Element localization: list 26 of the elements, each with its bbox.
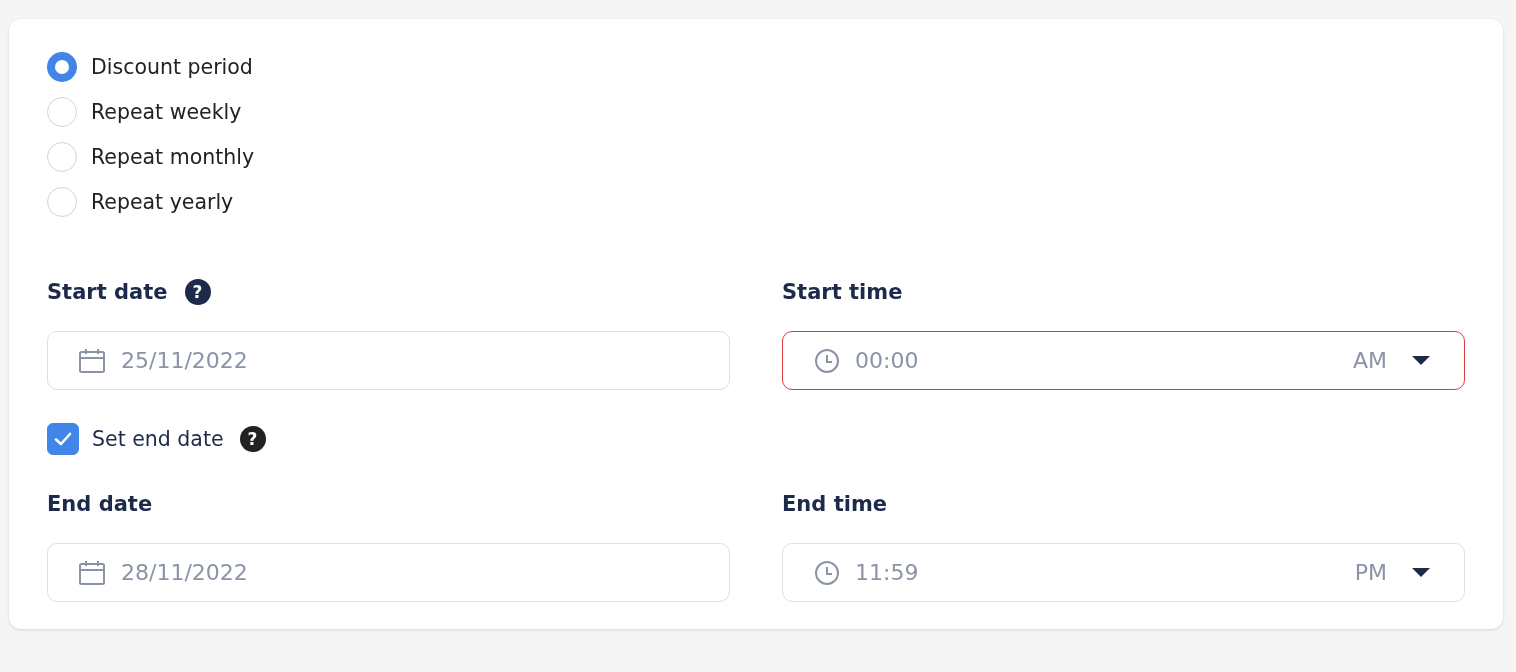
help-icon[interactable]: ? (239, 426, 266, 452)
option-label: Repeat monthly (91, 144, 255, 170)
field-label: Start date (47, 280, 168, 304)
caret-icon (1412, 568, 1430, 577)
checkbox-label: Set end date (92, 427, 224, 451)
help-icon[interactable]: ? (184, 279, 211, 305)
field-label: End time (782, 492, 887, 516)
option-label: Repeat yearly (91, 189, 234, 215)
time-field[interactable]: 11:59 PM (782, 543, 1465, 602)
clock-icon (815, 560, 839, 585)
field-label: Start time (782, 280, 903, 304)
field-label: End date (47, 492, 153, 516)
option-label: Discount period (91, 54, 253, 80)
option-label: Repeat weekly (91, 99, 242, 125)
check-icon (54, 432, 72, 446)
calendar-icon (79, 348, 105, 373)
meridiem-dropdown[interactable]: PM (1354, 560, 1430, 585)
clock-icon (815, 348, 839, 373)
caret-icon (1412, 356, 1430, 365)
meridiem-dropdown[interactable]: AM (1352, 348, 1430, 373)
checkbox[interactable] (47, 423, 79, 455)
radio-button[interactable] (47, 52, 77, 82)
date-field[interactable]: 28/11/2022 (47, 543, 730, 602)
calendar-icon (79, 560, 105, 585)
time-field[interactable]: 00:00 AM (782, 331, 1465, 390)
date-field[interactable]: 25/11/2022 (47, 331, 730, 390)
